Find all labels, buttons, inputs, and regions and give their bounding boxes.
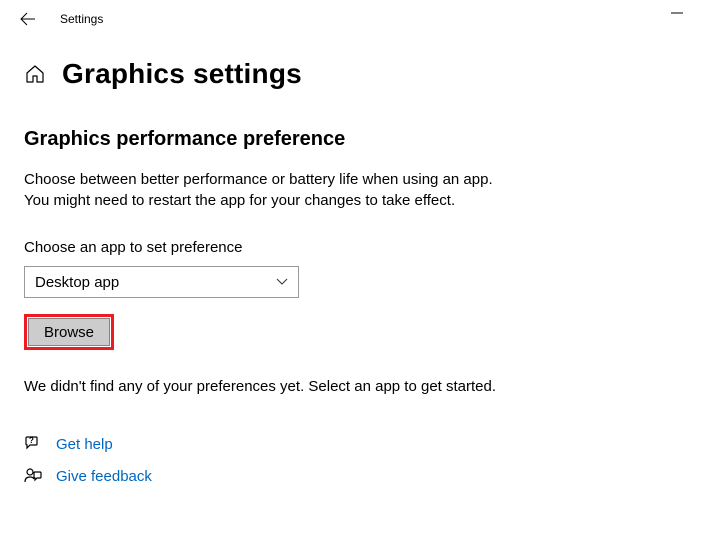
home-icon-svg: [25, 64, 45, 84]
home-icon[interactable]: [24, 63, 46, 85]
minimize-button[interactable]: [671, 12, 683, 13]
back-button[interactable]: [20, 11, 36, 27]
give-feedback-link[interactable]: Give feedback: [24, 467, 152, 485]
app-type-dropdown[interactable]: Desktop app: [24, 266, 299, 298]
content-area: Graphics settings Graphics performance p…: [0, 38, 705, 395]
browse-button[interactable]: Browse: [28, 318, 110, 346]
description-line-2: You might need to restart the app for yo…: [24, 192, 455, 209]
app-selector-label: Choose an app to set preference: [24, 239, 681, 256]
arrow-left-icon: [20, 11, 36, 27]
page-title: Graphics settings: [62, 58, 302, 90]
get-help-label: Get help: [56, 436, 113, 453]
dropdown-selected-value: Desktop app: [35, 274, 119, 291]
get-help-link[interactable]: ? Get help: [24, 435, 152, 453]
section-title: Graphics performance preference: [24, 128, 681, 151]
give-feedback-label: Give feedback: [56, 468, 152, 485]
help-icon: ?: [24, 435, 42, 453]
description-line-1: Choose between better performance or bat…: [24, 171, 493, 188]
footer-links: ? Get help Give feedback: [24, 435, 152, 499]
feedback-icon: [24, 467, 42, 485]
minimize-icon: [671, 12, 683, 14]
section-description: Choose between better performance or bat…: [24, 169, 681, 211]
browse-highlight: Browse: [24, 314, 114, 350]
window-title: Settings: [60, 12, 103, 26]
empty-state-message: We didn't find any of your preferences y…: [24, 378, 681, 395]
page-header: Graphics settings: [24, 58, 681, 90]
svg-text:?: ?: [29, 436, 34, 445]
chevron-down-icon: [276, 276, 288, 288]
titlebar: Settings: [0, 0, 705, 38]
